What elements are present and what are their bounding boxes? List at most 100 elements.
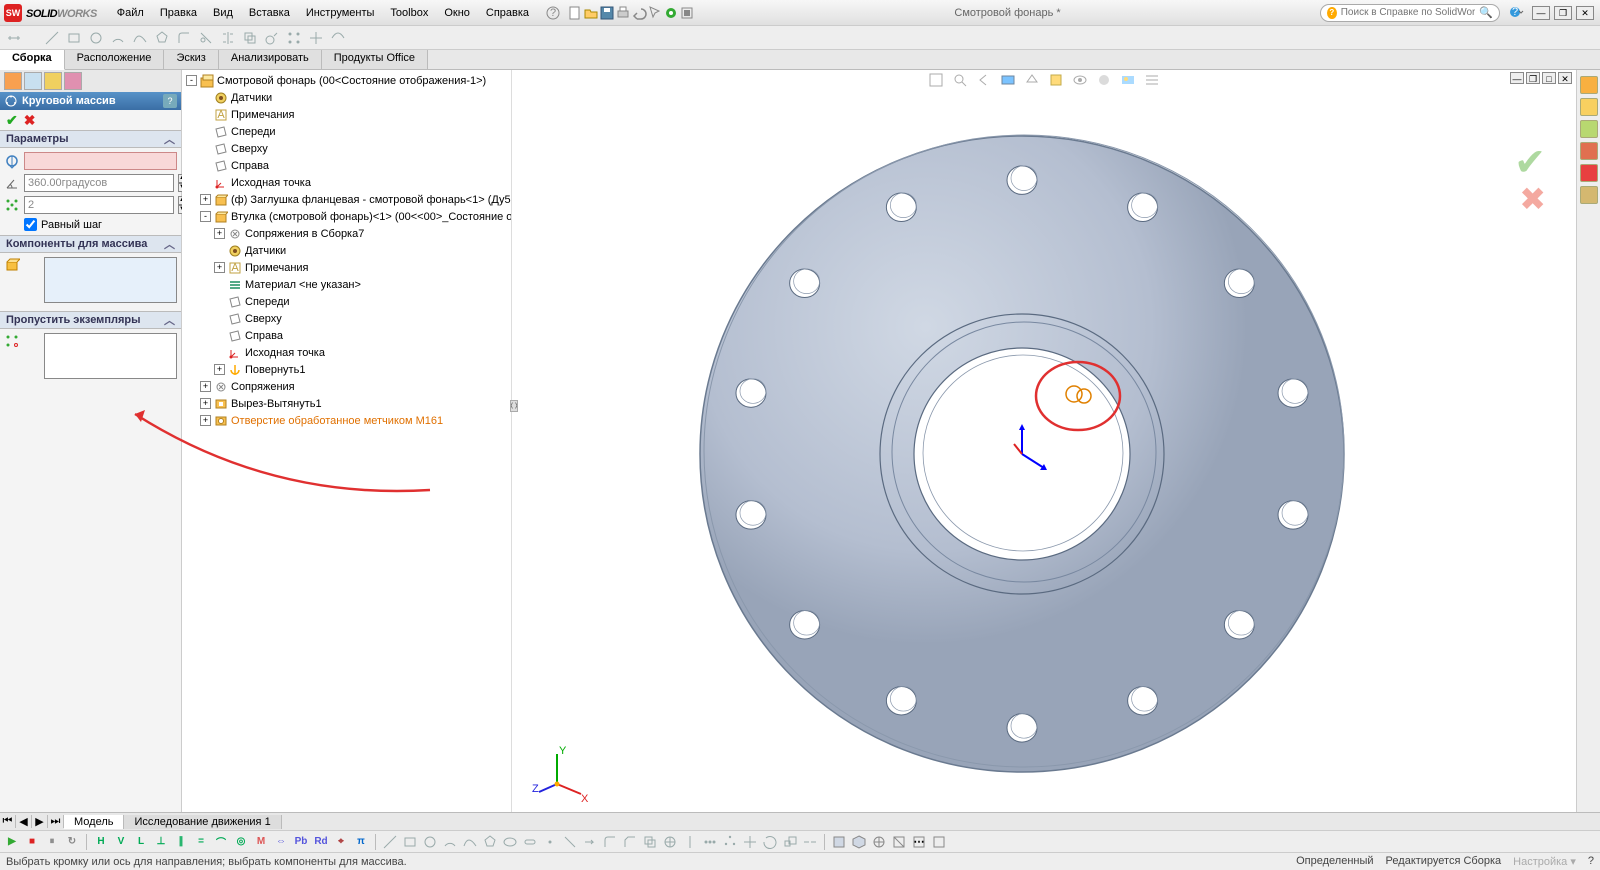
save-icon[interactable]: [599, 5, 615, 21]
menu-правка[interactable]: Правка: [152, 3, 205, 23]
rel-l-icon[interactable]: L: [133, 834, 149, 850]
tree-item-18[interactable]: +Сопряжения: [182, 378, 511, 395]
tab-next-button[interactable]: ▶: [32, 815, 48, 828]
angle-input[interactable]: [24, 174, 174, 192]
rel-sym-icon[interactable]: ⇔: [273, 834, 289, 850]
tree-expander[interactable]: +: [214, 364, 225, 375]
view-palette-icon[interactable]: [1580, 142, 1598, 160]
custom-props-icon[interactable]: [1580, 186, 1598, 204]
status-custom[interactable]: Настройка ▾: [1513, 855, 1576, 868]
convert-icon[interactable]: [264, 30, 280, 46]
components-listbox[interactable]: [44, 257, 177, 303]
pm-ok-button[interactable]: ✔: [6, 112, 18, 129]
tab-last-button[interactable]: ⏭: [48, 815, 64, 828]
mirror-icon[interactable]: [220, 30, 236, 46]
search-box[interactable]: ? 🔍: [1320, 4, 1500, 22]
tree-item-11[interactable]: +AПримечания: [182, 259, 511, 276]
sk-ellipse-icon[interactable]: [502, 834, 518, 850]
rect-icon[interactable]: [66, 30, 82, 46]
tab-4[interactable]: Продукты Office: [322, 50, 428, 69]
tree-item-12[interactable]: Материал <не указан>: [182, 276, 511, 293]
view-front-icon[interactable]: [831, 834, 847, 850]
sw-resources-icon[interactable]: [1580, 76, 1598, 94]
tree-expander[interactable]: +: [200, 415, 211, 426]
tree-item-10[interactable]: Датчики: [182, 242, 511, 259]
tab-3[interactable]: Анализировать: [219, 50, 322, 69]
sk-arc-icon[interactable]: [442, 834, 458, 850]
sk-line-icon[interactable]: [382, 834, 398, 850]
mdi-max-button[interactable]: □: [1542, 72, 1556, 84]
pattern-icon[interactable]: [286, 30, 302, 46]
rel-fix-icon[interactable]: ⌖: [333, 834, 349, 850]
axis-input[interactable]: [24, 152, 177, 170]
view-section-icon[interactable]: [891, 834, 907, 850]
sk-rect-icon[interactable]: [402, 834, 418, 850]
viewport-3d[interactable]: ✔ ✖ Y X Z — ❐ □ ✕: [512, 70, 1576, 812]
select-icon[interactable]: [647, 5, 663, 21]
view-normal-icon[interactable]: [871, 834, 887, 850]
tree-item-7[interactable]: +(ф) Заглушка фланцевая - смотровой фона…: [182, 191, 511, 208]
tree-expander[interactable]: +: [214, 262, 225, 273]
help-icon[interactable]: ?: [545, 5, 561, 21]
sk-offset-icon[interactable]: [642, 834, 658, 850]
tab-first-button[interactable]: ⏮: [0, 815, 16, 828]
status-help-icon[interactable]: ?: [1588, 855, 1594, 868]
search-input[interactable]: [1341, 7, 1476, 18]
tab-prev-button[interactable]: ◀: [16, 815, 32, 828]
menu-файл[interactable]: Файл: [109, 3, 152, 23]
tree-expander[interactable]: +: [200, 381, 211, 392]
sk-split-icon[interactable]: [802, 834, 818, 850]
configuration-tab-icon[interactable]: [44, 72, 62, 90]
sk-scale-icon[interactable]: [782, 834, 798, 850]
minimize-button[interactable]: —: [1532, 6, 1550, 20]
mdi-close-button[interactable]: ✕: [1558, 72, 1572, 84]
tree-expander[interactable]: +: [200, 194, 211, 205]
smart-dim-icon[interactable]: [6, 30, 22, 46]
rel-mid-icon[interactable]: M: [253, 834, 269, 850]
tree-item-14[interactable]: Сверху: [182, 310, 511, 327]
rel-rd-icon[interactable]: Rd: [313, 834, 329, 850]
sk-linpat-icon[interactable]: [702, 834, 718, 850]
sk-mirror-icon[interactable]: [682, 834, 698, 850]
sk-point-icon[interactable]: [542, 834, 558, 850]
viewport-ok-button[interactable]: ✔: [1514, 140, 1546, 185]
sk-ext-icon[interactable]: [582, 834, 598, 850]
restore-button[interactable]: ❐: [1554, 6, 1572, 20]
convert-ent-icon[interactable]: [330, 30, 346, 46]
search-icon[interactable]: 🔍: [1479, 6, 1493, 19]
tree-item-9[interactable]: +Сопряжения в Сборка7: [182, 225, 511, 242]
rel-tan-icon[interactable]: ⌒: [213, 834, 229, 850]
tree-item-0[interactable]: -Смотровой фонарь (00<Состояние отображе…: [182, 72, 511, 89]
tab-2[interactable]: Эскиз: [164, 50, 218, 69]
rel-eq-icon[interactable]: =: [193, 834, 209, 850]
sk-chamfer-icon[interactable]: [622, 834, 638, 850]
sk-rot-icon[interactable]: [762, 834, 778, 850]
menu-инструменты[interactable]: Инструменты: [298, 3, 383, 23]
view-iso-icon[interactable]: [851, 834, 867, 850]
loop-button[interactable]: ↻: [64, 834, 80, 850]
sk-fillet-icon[interactable]: [602, 834, 618, 850]
sk-spline-icon[interactable]: [462, 834, 478, 850]
rel-co-icon[interactable]: ⊥: [153, 834, 169, 850]
rel-pi-icon[interactable]: π: [353, 834, 369, 850]
poly-icon[interactable]: [154, 30, 170, 46]
stop-button[interactable]: ■: [24, 834, 40, 850]
trim-icon[interactable]: [198, 30, 214, 46]
play-button[interactable]: ▶: [4, 834, 20, 850]
circle-icon[interactable]: [88, 30, 104, 46]
pause-button[interactable]: ⏸: [44, 834, 60, 850]
menu-вставка[interactable]: Вставка: [241, 3, 298, 23]
spline-icon[interactable]: [132, 30, 148, 46]
tree-expander[interactable]: -: [200, 211, 211, 222]
tree-splitter-handle[interactable]: [510, 400, 518, 412]
appearances-icon[interactable]: [1580, 164, 1598, 182]
property-manager-tab-icon[interactable]: [24, 72, 42, 90]
tree-item-20[interactable]: +Отверстие обработанное метчиком M161: [182, 412, 511, 429]
rel-v-icon[interactable]: V: [113, 834, 129, 850]
tree-item-6[interactable]: Исходная точка: [182, 174, 511, 191]
rel-pt-icon[interactable]: Pb: [293, 834, 309, 850]
file-explorer-icon[interactable]: [1580, 120, 1598, 138]
bottom-tab-0[interactable]: Модель: [64, 815, 124, 829]
tab-0[interactable]: Сборка: [0, 50, 65, 70]
menu-окно[interactable]: Окно: [436, 3, 478, 23]
